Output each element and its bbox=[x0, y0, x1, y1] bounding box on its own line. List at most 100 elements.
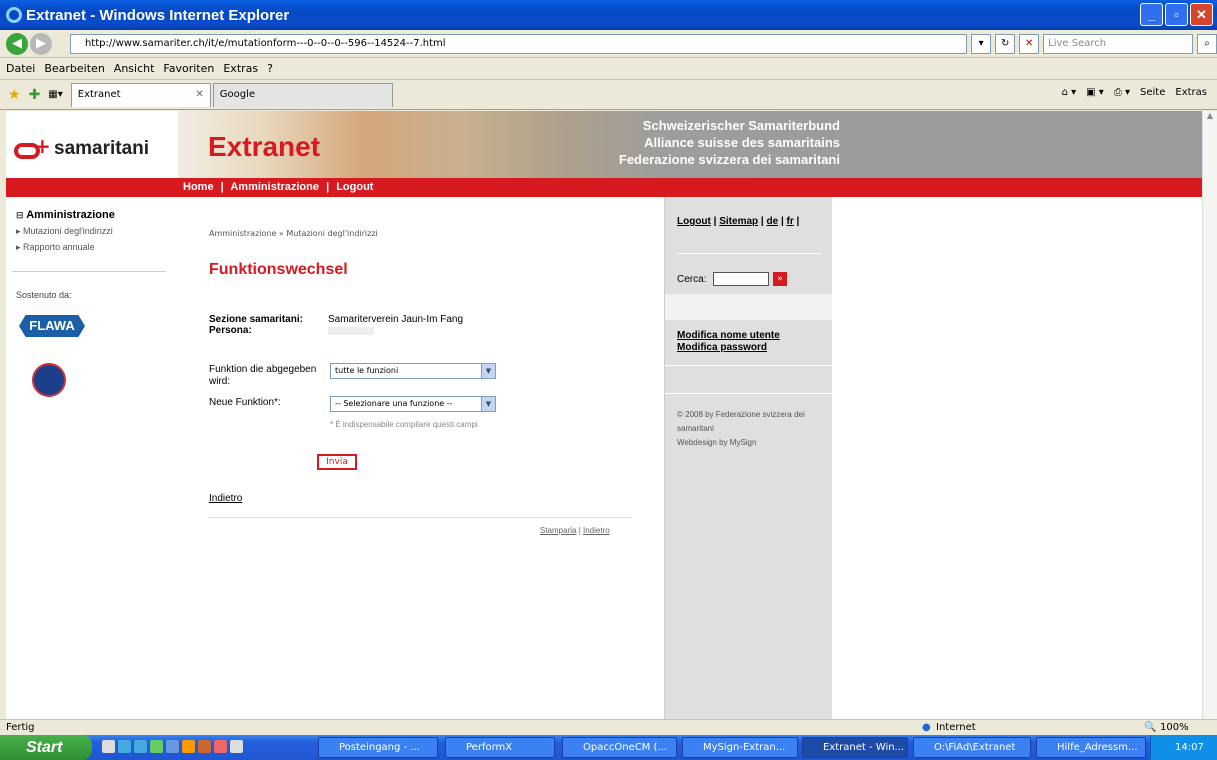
close-button[interactable]: ✕ bbox=[1190, 3, 1213, 26]
sitemap-link[interactable]: Sitemap bbox=[719, 216, 758, 227]
home-icon[interactable]: ⌂ ▾ bbox=[1062, 87, 1077, 98]
taskbar-item[interactable]: O:\FiAd\Extranet bbox=[913, 737, 1031, 758]
person-label: Persona: bbox=[209, 325, 252, 336]
tab-extranet[interactable]: Extranet ✕ bbox=[70, 82, 211, 107]
sidebar-heading[interactable]: ⊟ Amministrazione bbox=[16, 209, 115, 221]
refresh-icon[interactable]: ↻ bbox=[995, 33, 1016, 54]
minimize-button[interactable]: _ bbox=[1140, 3, 1163, 26]
logo-mark-icon: + bbox=[14, 136, 51, 161]
nav-sep: | bbox=[326, 181, 330, 193]
maximize-button[interactable]: ▫ bbox=[1165, 3, 1188, 26]
status-bar: Fertig ● Internet 🔍 100% bbox=[0, 719, 1217, 735]
search-go-button[interactable]: » bbox=[773, 272, 787, 286]
vertical-scrollbar[interactable]: ▲ bbox=[1202, 111, 1217, 719]
tab-google[interactable]: Google bbox=[212, 82, 393, 107]
chevron-down-icon[interactable]: ▼ bbox=[481, 364, 495, 378]
taskbar-item[interactable]: PerformX bbox=[445, 737, 555, 758]
feeds-icon[interactable]: ▣ ▾ bbox=[1086, 87, 1104, 98]
dropdown-icon[interactable]: ▾ bbox=[971, 33, 992, 54]
sidebar-item-annual-report[interactable]: ▸ Rapporto annuale bbox=[16, 242, 95, 253]
nav-home[interactable]: Home bbox=[183, 181, 214, 193]
menu-favorites[interactable]: Favoriten bbox=[163, 62, 214, 75]
redacted-area bbox=[665, 294, 832, 320]
modify-password-link[interactable]: Modifica password bbox=[677, 342, 767, 353]
search-input[interactable]: Live Search bbox=[1043, 33, 1194, 54]
quicklaunch-icon[interactable] bbox=[102, 740, 115, 753]
quick-tabs-icon[interactable]: ▦▾ bbox=[48, 89, 62, 100]
system-tray: 14:07 bbox=[1150, 735, 1217, 760]
taskbar-item[interactable]: Hilfe_Adressm... bbox=[1036, 737, 1146, 758]
url-input[interactable]: http://www.samariter.ch/it/e/mutationfor… bbox=[69, 33, 968, 54]
banner-line-de: Schweizerischer Samariterbund bbox=[642, 118, 840, 133]
taskbar-item[interactable]: Posteingang - ... bbox=[318, 737, 438, 758]
lang-de-link[interactable]: de bbox=[767, 216, 779, 227]
print-link[interactable]: Stamparla bbox=[540, 526, 576, 535]
quick-launch bbox=[102, 740, 243, 753]
taskbar-item[interactable]: OpaccOneCM (... bbox=[562, 737, 677, 758]
address-bar: ◀ ▶ http://www.samariter.ch/it/e/mutatio… bbox=[0, 30, 1217, 58]
quicklaunch-icon[interactable] bbox=[214, 740, 227, 753]
nav-admin[interactable]: Amministrazione bbox=[230, 181, 319, 193]
sidebar-item-mutations[interactable]: ▸ Mutazioni degl'indirizzi bbox=[16, 226, 113, 237]
samaritani-logo[interactable]: + samaritani bbox=[14, 136, 150, 161]
banner-image: Extranet Schweizerischer Samariterbund A… bbox=[178, 111, 1202, 178]
menu-edit[interactable]: Bearbeiten bbox=[44, 62, 104, 75]
section-value: Samariterverein Jaun-Im Fang bbox=[328, 314, 464, 325]
tcs-logo[interactable] bbox=[32, 363, 66, 397]
submit-button[interactable]: Invia bbox=[317, 454, 357, 470]
chevron-down-icon[interactable]: ▼ bbox=[481, 397, 495, 411]
nav-logout[interactable]: Logout bbox=[336, 181, 373, 193]
close-tab-icon[interactable]: ✕ bbox=[195, 84, 203, 106]
logo-text: samaritani bbox=[54, 138, 150, 159]
start-button[interactable]: Start bbox=[0, 735, 92, 760]
required-note: * È indispensabile compilare questi camp… bbox=[330, 420, 478, 429]
window-title: Extranet - Windows Internet Explorer bbox=[26, 6, 290, 24]
function-select[interactable]: tutte le funzioni ▼ bbox=[330, 363, 496, 379]
flawa-logo[interactable]: FLAWA bbox=[19, 315, 85, 337]
menu-view[interactable]: Ansicht bbox=[114, 62, 155, 75]
favorites-star-icon[interactable]: ★ bbox=[8, 87, 21, 103]
quicklaunch-icon[interactable] bbox=[198, 740, 211, 753]
zoom-level[interactable]: 100% bbox=[1160, 720, 1189, 735]
quicklaunch-icon[interactable] bbox=[182, 740, 195, 753]
modify-username-link[interactable]: Modifica nome utente bbox=[677, 330, 780, 341]
page-menu[interactable]: Seite bbox=[1140, 87, 1165, 98]
nav-sep: | bbox=[220, 181, 224, 193]
footer-links: Stamparla | Indietro bbox=[540, 526, 610, 535]
stop-icon[interactable]: ✕ bbox=[1019, 33, 1040, 54]
copyright: © 2008 by Federazione svizzera dei samar… bbox=[677, 410, 805, 433]
add-favorite-icon[interactable]: ✚ bbox=[29, 87, 41, 103]
quicklaunch-icon[interactable] bbox=[134, 740, 147, 753]
footer-back-link[interactable]: Indietro bbox=[583, 526, 610, 535]
tools-menu[interactable]: Extras bbox=[1175, 87, 1207, 98]
taskbar-item[interactable]: MySign-Extran... bbox=[682, 737, 798, 758]
collapse-icon: ⊟ bbox=[16, 210, 24, 220]
arrow-icon: ▸ bbox=[16, 242, 21, 252]
logout-link[interactable]: Logout bbox=[677, 216, 711, 227]
zoom-icon: 🔍 bbox=[1144, 722, 1157, 733]
forward-icon[interactable]: ▶ bbox=[29, 32, 52, 55]
back-link[interactable]: Indietro bbox=[209, 493, 242, 505]
clock[interactable]: 14:07 bbox=[1175, 742, 1204, 753]
quicklaunch-icon[interactable] bbox=[166, 740, 179, 753]
new-function-select[interactable]: -- Selezionare una funzione -- ▼ bbox=[330, 396, 496, 412]
tab-label: Extranet bbox=[77, 88, 121, 100]
lang-fr-link[interactable]: fr bbox=[787, 216, 794, 227]
back-icon[interactable]: ◀ bbox=[6, 32, 28, 55]
ie-icon bbox=[6, 7, 22, 23]
menu-help[interactable]: ? bbox=[267, 62, 273, 75]
quicklaunch-icon[interactable] bbox=[118, 740, 131, 753]
print-icon[interactable]: ⎙ ▾ bbox=[1114, 87, 1130, 98]
quicklaunch-icon[interactable] bbox=[150, 740, 163, 753]
site-search-input[interactable] bbox=[713, 272, 769, 286]
sidebar-item-label: Mutazioni degl'indirizzi bbox=[23, 226, 113, 236]
page-title: Funktionswechsel bbox=[209, 261, 348, 278]
search-icon[interactable]: ⌕ bbox=[1197, 33, 1217, 54]
search-label: Cerca: bbox=[677, 274, 707, 285]
menu-tools[interactable]: Extras bbox=[223, 62, 258, 75]
internet-zone-icon: ● bbox=[922, 722, 931, 733]
menu-file[interactable]: Datei bbox=[6, 62, 35, 75]
quicklaunch-icon[interactable] bbox=[230, 740, 243, 753]
taskbar-item-active[interactable]: Extranet - Win... bbox=[802, 737, 908, 758]
scroll-up-icon[interactable]: ▲ bbox=[1203, 111, 1217, 126]
